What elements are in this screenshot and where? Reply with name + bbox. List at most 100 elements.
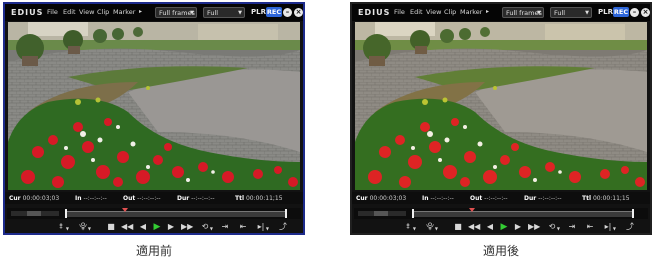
menu-marker[interactable]: Marker	[113, 8, 135, 16]
fast-forward-icon[interactable]: ▶▶	[181, 221, 193, 233]
overwrite-icon[interactable]: ⇤	[237, 221, 249, 233]
timeline-scrubber[interactable]	[354, 208, 648, 219]
rewind-icon[interactable]: ◀◀	[468, 221, 480, 233]
stop-icon[interactable]: ■	[105, 221, 117, 233]
timecode-ttl: Ttl 00:00:11;15	[582, 195, 630, 202]
app-logo: EDIUS	[358, 8, 391, 17]
timecode-cur: Cur 00:00:03;03	[9, 195, 60, 202]
set-in-icon[interactable]: ⯒ ▼	[55, 221, 69, 233]
frames-select[interactable]: Full frames ▼	[155, 7, 197, 18]
minimize-icon[interactable]: –	[630, 8, 639, 17]
menu-view[interactable]: View	[426, 8, 441, 16]
menu-edit[interactable]: Edit	[63, 8, 76, 16]
fast-forward-icon[interactable]: ▶▶	[528, 221, 540, 233]
loop-icon[interactable]: ⟲ ▼	[546, 221, 560, 233]
play-icon[interactable]: ▶	[498, 221, 510, 233]
set-out-icon[interactable]: ⯓ ▼	[77, 221, 91, 233]
menu-more-icon[interactable]: ▸	[486, 8, 489, 15]
menu-edit[interactable]: Edit	[410, 8, 423, 16]
title-bar: EDIUS File Edit View Clip Marker ▸ Full …	[5, 4, 303, 21]
menu-more-icon[interactable]: ▸	[139, 8, 142, 15]
chevron-down-icon: ▼	[585, 10, 589, 16]
chevron-down-icon: ▼	[209, 226, 213, 231]
playhead-marker[interactable]	[469, 208, 475, 212]
menu-marker[interactable]: Marker	[460, 8, 482, 16]
chevron-down-icon: ▼	[537, 10, 541, 16]
menu-clip[interactable]: Clip	[444, 8, 456, 16]
player-window-before: EDIUS File Edit View Clip Marker ▸ Full …	[3, 2, 305, 235]
timeline-scrubber[interactable]	[7, 208, 301, 219]
playhead-marker[interactable]	[122, 208, 128, 212]
replace-icon[interactable]: ▸| ▼	[602, 221, 616, 233]
plr-button[interactable]: PLR	[598, 8, 613, 16]
quality-select[interactable]: Full ▼	[550, 7, 592, 18]
timeline-start-marker	[412, 209, 414, 218]
timecode-in: In --:--:--:--	[422, 195, 454, 202]
set-out-icon[interactable]: ⯓ ▼	[424, 221, 438, 233]
insert-icon[interactable]: ⇥	[566, 221, 578, 233]
stop-icon[interactable]: ■	[452, 221, 464, 233]
export-icon[interactable]: ⤴	[277, 221, 289, 233]
menu-view[interactable]: View	[79, 8, 94, 16]
chevron-down-icon: ▼	[556, 226, 560, 231]
caption-after: 適用後	[482, 244, 519, 258]
frames-select[interactable]: Full frames ▼	[502, 7, 544, 18]
transport-controls: ⯒ ▼ ⯓ ▼ ■ ◀◀ ◀ ▶ ▶ ▶▶ ⟲ ▼ ⇥ ⇤ ▸| ▼ ⤴	[352, 221, 650, 233]
rewind-icon[interactable]: ◀◀	[121, 221, 133, 233]
export-icon[interactable]: ⤴	[624, 221, 636, 233]
transport-controls: ⯒ ▼ ⯓ ▼ ■ ◀◀ ◀ ▶ ▶ ▶▶ ⟲ ▼ ⇥ ⇤ ▸| ▼ ⤴	[5, 221, 303, 233]
chevron-down-icon: ▼	[87, 226, 91, 231]
timecode-out: Out --:--:--:--	[470, 195, 508, 202]
rec-button[interactable]: REC	[266, 7, 282, 17]
close-icon[interactable]: ×	[641, 8, 650, 17]
chevron-down-icon: ▼	[265, 226, 269, 231]
rec-button[interactable]: REC	[613, 7, 629, 17]
timeline-end-marker	[632, 209, 634, 218]
chevron-down-icon: ▼	[238, 10, 242, 16]
timecode-bar: Cur 00:00:03;03 In --:--:--:-- Out --:--…	[352, 192, 650, 204]
chevron-down-icon: ▼	[434, 226, 438, 231]
minimize-icon[interactable]: –	[283, 8, 292, 17]
shuttle-slider-knob[interactable]	[374, 211, 388, 216]
video-preview	[355, 22, 647, 190]
caption-before: 適用前	[135, 244, 172, 258]
quality-select-value: Full	[554, 9, 566, 17]
player-window-after: EDIUS File Edit View Clip Marker ▸ Full …	[350, 2, 652, 235]
step-forward-icon[interactable]: ▶	[165, 221, 177, 233]
timecode-out: Out --:--:--:--	[123, 195, 161, 202]
plr-button[interactable]: PLR	[251, 8, 266, 16]
menu-file[interactable]: File	[394, 8, 405, 16]
overwrite-icon[interactable]: ⇤	[584, 221, 596, 233]
set-in-icon[interactable]: ⯒ ▼	[402, 221, 416, 233]
quality-select-value: Full	[207, 9, 219, 17]
step-back-icon[interactable]: ◀	[137, 221, 149, 233]
video-preview	[8, 22, 300, 190]
timecode-in: In --:--:--:--	[75, 195, 107, 202]
timecode-dur: Dur --:--:--:--	[177, 195, 215, 202]
insert-icon[interactable]: ⇥	[219, 221, 231, 233]
chevron-down-icon: ▼	[612, 226, 616, 231]
timeline-track[interactable]	[65, 211, 287, 217]
quality-select[interactable]: Full ▼	[203, 7, 245, 18]
timeline-end-marker	[285, 209, 287, 218]
menu-clip[interactable]: Clip	[97, 8, 109, 16]
play-icon[interactable]: ▶	[151, 221, 163, 233]
replace-icon[interactable]: ▸| ▼	[255, 221, 269, 233]
timecode-dur: Dur --:--:--:--	[524, 195, 562, 202]
timeline-track[interactable]	[412, 211, 634, 217]
close-icon[interactable]: ×	[294, 8, 303, 17]
step-forward-icon[interactable]: ▶	[512, 221, 524, 233]
menu-file[interactable]: File	[47, 8, 58, 16]
loop-icon[interactable]: ⟲ ▼	[199, 221, 213, 233]
chevron-down-icon: ▼	[65, 226, 69, 231]
app-logo: EDIUS	[11, 8, 44, 17]
timecode-cur: Cur 00:00:03;03	[356, 195, 407, 202]
preview-frame-image	[355, 22, 647, 190]
preview-frame-image	[8, 22, 300, 190]
shuttle-slider-knob[interactable]	[27, 211, 41, 216]
chevron-down-icon: ▼	[190, 10, 194, 16]
timecode-ttl: Ttl 00:00:11;15	[235, 195, 283, 202]
title-bar: EDIUS File Edit View Clip Marker ▸ Full …	[352, 4, 650, 21]
timecode-bar: Cur 00:00:03;03 In --:--:--:-- Out --:--…	[5, 192, 303, 204]
step-back-icon[interactable]: ◀	[484, 221, 496, 233]
